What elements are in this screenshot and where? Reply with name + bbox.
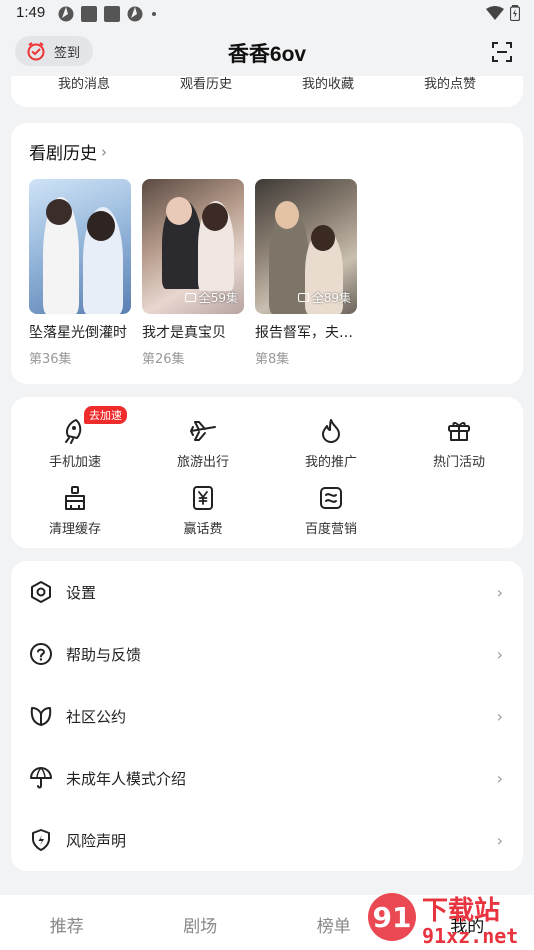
quick-links-card: 我的消息 观看历史 我的收藏 我的点赞	[11, 76, 523, 107]
bottom-tab-bar: 推荐 剧场 榜单 我的	[0, 895, 534, 950]
chevron-right-icon: ›	[496, 644, 503, 664]
drama-title: 我才是真宝贝	[142, 325, 226, 341]
tool-win-credit[interactable]: 赢话费	[148, 483, 258, 537]
settings-icon	[31, 581, 51, 603]
leaf-icon	[30, 707, 52, 726]
episode-badge: 全89集	[297, 289, 351, 306]
watch-history-card: 看剧历史 › 坠落星光倒灌时 第36集 全59集 我才是真宝贝 第26集 全89…	[11, 123, 523, 384]
marketing-icon	[320, 487, 342, 509]
tool-phone-boost[interactable]: 手机加速 去加速	[20, 406, 130, 470]
app-notification-icon	[81, 6, 97, 22]
play-badge-icon	[184, 293, 196, 302]
boost-badge: 去加速	[84, 406, 127, 424]
history-item[interactable]: 全59集 我才是真宝贝 第26集	[142, 179, 244, 367]
chevron-right-icon: ›	[101, 142, 107, 161]
link-watch-history[interactable]: 观看历史	[156, 76, 256, 94]
wifi-icon	[486, 6, 504, 20]
drama-progress: 第8集	[255, 352, 290, 367]
umbrella-icon	[30, 767, 52, 789]
shield-icon	[32, 829, 50, 851]
tab-mine[interactable]: 我的	[401, 895, 534, 950]
more-notifications-icon	[152, 12, 156, 16]
drama-cover: 全59集	[142, 179, 244, 314]
scan-icon[interactable]	[492, 42, 512, 62]
tool-baidu-marketing[interactable]: 百度营销	[276, 483, 386, 537]
menu-item-teen-mode[interactable]: 未成年人模式介绍 ›	[11, 747, 523, 809]
tool-travel[interactable]: 旅游出行	[148, 416, 258, 470]
aperture-icon	[127, 6, 143, 22]
menu-item-community-rules[interactable]: 社区公约 ›	[11, 685, 523, 747]
tab-theater[interactable]: 剧场	[134, 895, 268, 950]
app-notification-icon	[104, 6, 120, 22]
episode-badge: 全59集	[184, 289, 238, 306]
drama-progress: 第26集	[142, 352, 185, 367]
page-title: 香香6ov	[227, 43, 307, 66]
tool-promotion[interactable]: 我的推广	[276, 416, 386, 470]
battery-icon	[510, 5, 520, 21]
tools-card: 手机加速 去加速 旅游出行 我的推广 热门活动 清理缓存 赢话费 百度营销	[11, 397, 523, 548]
chevron-right-icon: ›	[496, 830, 503, 850]
airplane-icon	[190, 421, 216, 441]
menu-item-settings[interactable]: 设置 ›	[11, 561, 523, 623]
flame-icon	[322, 419, 340, 443]
play-badge-icon	[297, 293, 309, 302]
help-icon	[30, 643, 52, 665]
tab-recommend[interactable]: 推荐	[0, 895, 134, 950]
link-messages[interactable]: 我的消息	[34, 76, 134, 94]
status-bar: 1:49	[0, 0, 534, 28]
status-time: 1:49	[16, 4, 46, 21]
history-title: 看剧历史	[29, 144, 97, 164]
chevron-right-icon: ›	[496, 768, 503, 788]
history-item[interactable]: 全89集 报告督军，夫… 第8集	[255, 179, 357, 367]
drama-progress: 第36集	[29, 352, 72, 367]
drama-title: 坠落星光倒灌时	[29, 325, 127, 341]
link-favorites[interactable]: 我的收藏	[278, 76, 378, 94]
notification-icons	[58, 6, 156, 22]
settings-menu-card: 设置 › 帮助与反馈 › 社区公约 › 未成年人模式介绍 › 风险声明 ›	[11, 561, 523, 871]
drama-cover: 全89集	[255, 179, 357, 314]
drama-title: 报告督军，夫…	[255, 325, 353, 341]
tab-rankings[interactable]: 榜单	[267, 895, 401, 950]
yuan-icon	[193, 486, 213, 510]
history-item[interactable]: 坠落星光倒灌时 第36集	[29, 179, 131, 367]
history-header[interactable]: 看剧历史 ›	[29, 139, 107, 165]
menu-item-help[interactable]: 帮助与反馈 ›	[11, 623, 523, 685]
app-header: 签到 香香6ov	[0, 28, 534, 76]
chevron-right-icon: ›	[496, 706, 503, 726]
menu-item-risk-statement[interactable]: 风险声明 ›	[11, 809, 523, 871]
tool-hot-events[interactable]: 热门活动	[404, 416, 514, 470]
link-likes[interactable]: 我的点赞	[400, 76, 500, 94]
gift-icon	[448, 422, 470, 441]
aperture-icon	[58, 6, 74, 22]
broom-icon	[65, 486, 85, 510]
chevron-right-icon: ›	[496, 582, 503, 602]
drama-cover	[29, 179, 131, 314]
tool-clear-cache[interactable]: 清理缓存	[20, 483, 130, 537]
